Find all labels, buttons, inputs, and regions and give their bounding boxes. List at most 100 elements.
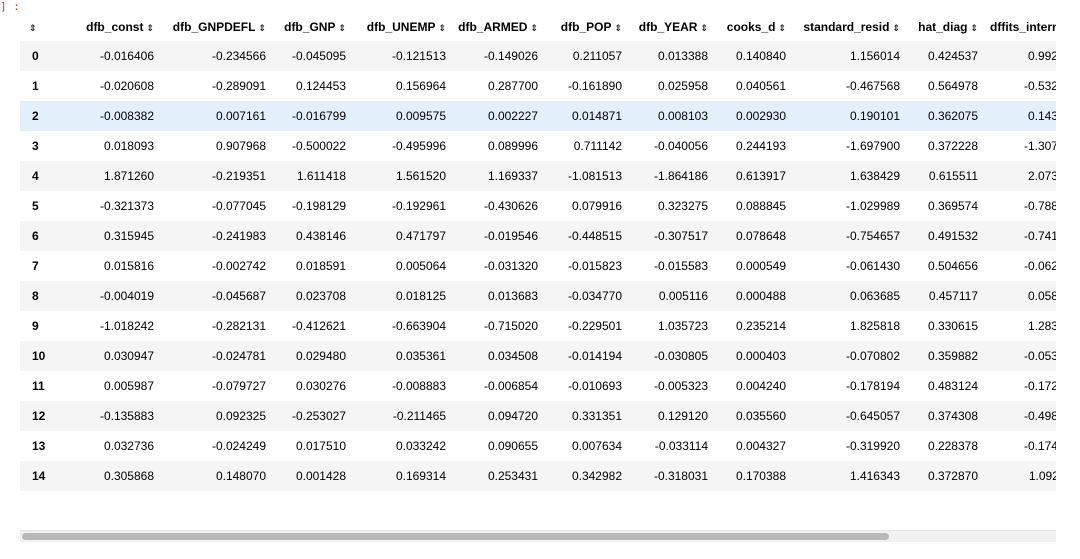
table-cell: 0.457117 xyxy=(928,289,978,303)
table-cell: -0.498922 xyxy=(1023,409,1056,423)
table-cell: 0.089996 xyxy=(487,139,538,153)
table-cell: -0.079727 xyxy=(211,379,266,393)
table-row[interactable]: 5 -0.321373 -0.077045 -0.198129 -0.192961 -0.… xyxy=(20,191,1056,221)
table-cell: -0.061430 xyxy=(845,259,900,273)
sort-icon[interactable]: ⇕ xyxy=(338,23,346,34)
table-cell: 0.090655 xyxy=(487,439,538,453)
sort-icon[interactable]: ⇕ xyxy=(258,23,266,34)
sort-icon[interactable]: ⇕ xyxy=(970,23,978,34)
table-row[interactable]: 3 0.018093 0.907968 -0.500022 -0.495996 0.089… xyxy=(20,131,1056,161)
table-cell: 0.025958 xyxy=(657,79,708,93)
column-header-dfb-pop[interactable]: dfb_POP ⇕ xyxy=(544,12,628,41)
table-cell: 0.372228 xyxy=(927,139,978,153)
table-cell: 0.369574 xyxy=(927,199,978,213)
sort-icon[interactable]: ⇕ xyxy=(530,23,538,34)
table-cell: -0.360890 xyxy=(452,491,544,498)
column-header-cooks-d[interactable]: cooks_d ⇕ xyxy=(714,12,792,41)
table-cell: 0.170388 xyxy=(735,469,786,483)
table-cell: 0.253431 xyxy=(487,469,538,483)
table-cell: 0.005064 xyxy=(395,259,446,273)
table-cell: 2.073021 xyxy=(1027,169,1056,183)
table-cell: -0.241983 xyxy=(211,229,266,243)
table-cell: -0.045687 xyxy=(211,289,266,303)
table-cell: -0.229501 xyxy=(567,319,622,333)
table-cell: 0.063685 xyxy=(849,289,900,303)
column-header-dffits-internal[interactable]: dffits_internal⇕ xyxy=(984,12,1056,41)
table-row[interactable]: 15-0.5383230.432004-0.261262-0.143444-0.… xyxy=(20,491,1056,498)
column-header-dfb-const[interactable]: dfb_const ⇕ xyxy=(60,12,160,41)
table-cell: -0.532850 xyxy=(1023,79,1056,93)
column-header-dfb-armed[interactable]: dfb_ARMED ⇕ xyxy=(452,12,544,41)
table-row[interactable]: 9 -1.018242 -0.282131 -0.412621 -0.663904 -0.… xyxy=(20,311,1056,341)
sort-icon[interactable]: ⇕ xyxy=(700,23,708,34)
table-cell: 0.088845 xyxy=(735,199,786,213)
sort-icon[interactable]: ⇕ xyxy=(29,23,37,34)
table-cell: 0.613917 xyxy=(735,169,786,183)
column-header-hat-diag[interactable]: hat_diag ⇕ xyxy=(906,12,984,41)
table-row[interactable]: 12 -0.135883 0.092325 -0.253027 -0.211465 0.0… xyxy=(20,401,1056,431)
column-header-dfb-year[interactable]: dfb_YEAR ⇕ xyxy=(628,12,714,41)
table-row[interactable]: 0 -0.016406 -0.234566 -0.045095 -0.121513 -0.… xyxy=(20,41,1056,71)
sort-icon[interactable]: ⇕ xyxy=(438,23,446,34)
table-cell: 0.000549 xyxy=(735,259,786,273)
sort-icon[interactable]: ⇕ xyxy=(778,23,786,34)
table-cell: -0.253027 xyxy=(291,409,346,423)
table-cell: 0.018093 xyxy=(103,139,154,153)
table-cell: 0.018125 xyxy=(395,289,446,303)
table-row[interactable]: 13 0.032736 -0.024249 0.017510 0.033242 0.090… xyxy=(20,431,1056,461)
table-row[interactable]: 11 0.005987 -0.079727 0.030276 -0.008883 -0.0… xyxy=(20,371,1056,401)
sort-icon[interactable]: ⇕ xyxy=(614,23,622,34)
table-cell: 0.992915 xyxy=(1027,49,1056,63)
table-cell: -0.077045 xyxy=(211,199,266,213)
table-cell: 0.030276 xyxy=(295,379,346,393)
dataframe-table-container[interactable]: ⇕ dfb_const ⇕ dfb_GNPDEFL ⇕ dfb_GNP ⇕ dfb_UNEMP… xyxy=(20,12,1056,498)
table-row[interactable]: 1 -0.020608 -0.289091 0.124453 0.156964 0.287… xyxy=(20,71,1056,101)
column-header-index[interactable]: ⇕ xyxy=(20,12,60,41)
table-cell: -0.121513 xyxy=(391,49,446,63)
table-row[interactable]: 14 0.305868 0.148070 0.001428 0.169314 0.2534… xyxy=(20,461,1056,491)
table-cell: 0.287700 xyxy=(487,79,538,93)
table-cell: 0.228378 xyxy=(927,439,978,453)
table-row[interactable]: 6 0.315945 -0.241983 0.438146 0.471797 -0.019… xyxy=(20,221,1056,251)
table-cell: 0.002930 xyxy=(735,109,786,123)
table-row[interactable]: 7 0.015816 -0.002742 0.018591 0.005064 -0.031… xyxy=(20,251,1056,281)
table-cell: -0.010693 xyxy=(567,379,622,393)
table-cell: -0.143444 xyxy=(352,491,452,498)
table-cell: -0.024781 xyxy=(211,349,266,363)
table-cell: -0.004019 xyxy=(99,289,154,303)
table-cell: 1.092116 xyxy=(1028,469,1056,483)
table-row[interactable]: 8 -0.004019 -0.045687 0.023708 0.018125 0.013… xyxy=(20,281,1056,311)
table-row[interactable]: 10 0.030947 -0.024781 0.029480 0.035361 0.034… xyxy=(20,341,1056,371)
table-row[interactable]: 2 -0.008382 0.007161 -0.016799 0.009575 0.002… xyxy=(20,101,1056,131)
table-cell: 0.244193 xyxy=(735,139,786,153)
table-cell: -0.211465 xyxy=(392,409,446,423)
column-header-label: dfb_YEAR xyxy=(638,19,698,34)
table-cell: -0.178194 xyxy=(845,379,900,393)
table-cell: -0.008883 xyxy=(391,379,446,393)
table-cell: 1.156014 xyxy=(849,49,900,63)
table-cell: -0.172277 xyxy=(1023,379,1056,393)
row-index-cell: 14 xyxy=(32,469,46,483)
table-cell: -0.234566 xyxy=(211,49,266,63)
table-cell: -0.500022 xyxy=(291,139,346,153)
table-cell: 0.017510 xyxy=(295,439,346,453)
column-header-dfb-gnp[interactable]: dfb_GNP ⇕ xyxy=(272,12,352,41)
horizontal-scrollbar[interactable] xyxy=(20,530,1056,542)
table-cell: 1.871260 xyxy=(103,169,154,183)
table-cell: 0.372870 xyxy=(927,469,978,483)
table-row[interactable]: 4 1.871260 -0.219351 1.611418 1.561520 1.1693… xyxy=(20,161,1056,191)
scrollbar-thumb[interactable] xyxy=(22,533,889,540)
sort-icon[interactable]: ⇕ xyxy=(146,23,154,34)
table-cell: 0.148070 xyxy=(215,469,266,483)
table-cell: -0.289091 xyxy=(211,79,266,93)
column-header-dfb-gnpdefl[interactable]: dfb_GNPDEFL ⇕ xyxy=(160,12,272,41)
sort-icon[interactable]: ⇕ xyxy=(892,23,900,34)
column-header-dfb-unemp[interactable]: dfb_UNEMP ⇕ xyxy=(352,12,452,41)
table-cell: -0.161890 xyxy=(567,79,622,93)
table-cell: -0.034770 xyxy=(567,289,622,303)
table-cell: -0.219351 xyxy=(211,169,266,183)
column-header-standard-resid[interactable]: standard_resid ⇕ xyxy=(792,12,906,41)
table-cell: 0.040561 xyxy=(735,79,786,93)
table-cell: -0.319920 xyxy=(845,439,900,453)
table-cell: 0.079916 xyxy=(571,199,622,213)
